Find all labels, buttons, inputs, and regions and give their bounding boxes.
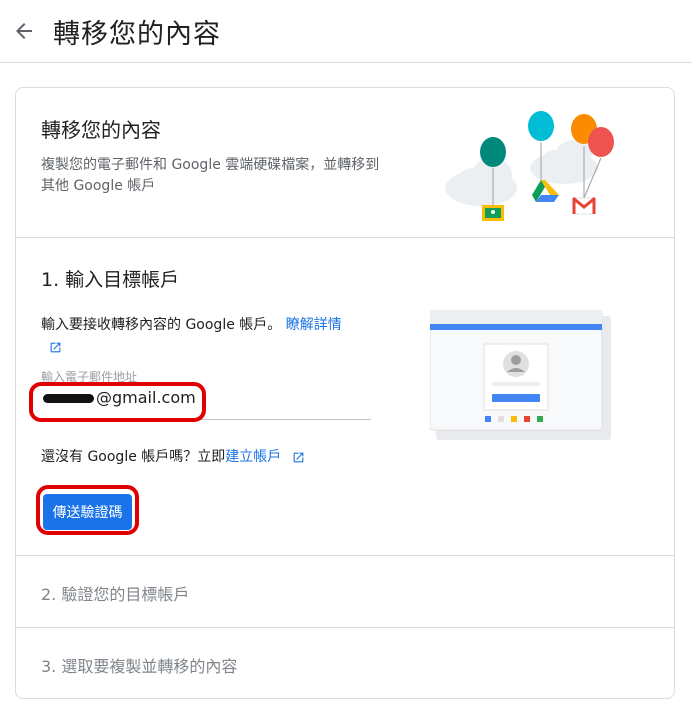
cyan-balloon-icon xyxy=(528,111,554,141)
balloons-illustration xyxy=(445,111,614,221)
top-app-bar: 轉移您的內容 xyxy=(0,0,692,63)
step-1-description: 輸入要接收轉移內容的 Google 帳戶。 瞭解詳情 xyxy=(41,315,361,355)
input-highlight-annotation xyxy=(29,382,206,422)
step-3-title: 3. 選取要複製並轉移的內容 xyxy=(41,657,238,676)
intro-section: 轉移您的內容 複製您的電子郵件和 Google 雲端硬碟檔案，並轉移到其他 Go… xyxy=(16,88,674,238)
red-balloon-icon xyxy=(588,127,614,157)
intro-title: 轉移您的內容 xyxy=(41,118,161,142)
learn-more-link[interactable]: 瞭解詳情 xyxy=(286,317,342,333)
avatar-icon xyxy=(503,351,529,377)
create-account-link[interactable]: 建立帳戶 xyxy=(225,449,281,465)
google-classroom-icon xyxy=(482,205,504,221)
step-3-section[interactable]: 3. 選取要複製並轉移的內容 xyxy=(16,628,674,698)
step-2-title: 2. 驗證您的目標帳戶 xyxy=(41,585,190,604)
step-1-section: 1. 輸入目標帳戶 輸入要接收轉移內容的 Google 帳戶。 瞭解詳情 輸入電… xyxy=(16,238,674,556)
cloud-illustration xyxy=(445,140,598,206)
back-button[interactable] xyxy=(0,7,48,55)
open-in-new-icon[interactable] xyxy=(49,341,62,354)
page-title: 轉移您的內容 xyxy=(53,18,221,50)
transfer-card: 轉移您的內容 複製您的電子郵件和 Google 雲端硬碟檔案，並轉移到其他 Go… xyxy=(15,87,675,699)
back-arrow-icon xyxy=(16,23,32,39)
intro-description: 複製您的電子郵件和 Google 雲端硬碟檔案，並轉移到其他 Google 帳戶 xyxy=(41,157,380,194)
step-1-description-text: 輸入要接收轉移內容的 Google 帳戶。 xyxy=(41,317,282,333)
account-browser-illustration xyxy=(430,310,611,440)
gmail-icon xyxy=(572,196,596,215)
step-1-title: 1. 輸入目標帳戶 xyxy=(41,269,180,291)
no-account-text: 還沒有 Google 帳戶嗎？立即 xyxy=(41,449,226,465)
green-balloon-icon xyxy=(480,137,506,167)
button-highlight-annotation xyxy=(36,485,139,535)
open-in-new-icon[interactable] xyxy=(292,451,305,464)
step-2-section[interactable]: 2. 驗證您的目標帳戶 xyxy=(16,556,674,628)
no-account-prompt: 還沒有 Google 帳戶嗎？立即建立帳戶 xyxy=(41,446,305,466)
